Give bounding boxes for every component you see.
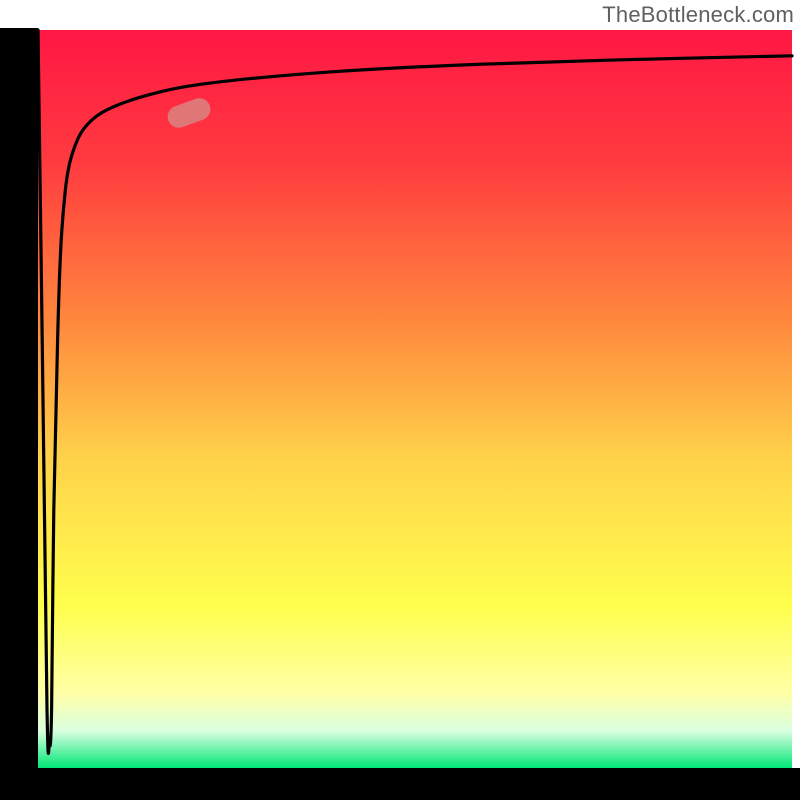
watermark-text: TheBottleneck.com <box>602 2 794 28</box>
x-axis-bar <box>0 768 800 800</box>
plot-background <box>38 30 792 768</box>
chart-stage: TheBottleneck.com <box>0 0 800 800</box>
bottleneck-chart <box>0 0 800 800</box>
y-axis-bar <box>0 28 38 772</box>
